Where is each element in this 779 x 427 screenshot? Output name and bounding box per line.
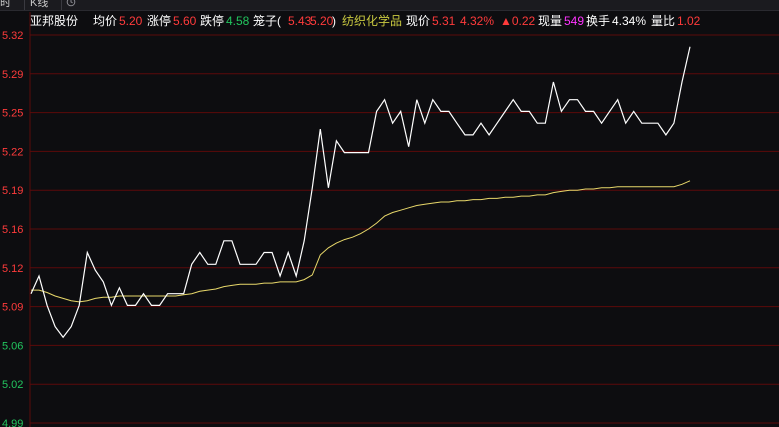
tab-intraday[interactable]: 时 xyxy=(0,0,11,10)
history-icon[interactable] xyxy=(66,0,76,7)
cage-label: 笼子( xyxy=(253,14,281,28)
y-tick-label: 4.99 xyxy=(2,418,23,427)
avg-price-value: 5.20 xyxy=(119,14,143,28)
sector-label[interactable]: 纺织化学品 xyxy=(342,11,402,31)
quote-info-bar: 亚邦股份 均价 5.20 涨停 5.60 跌停 4.58 笼子( 5.43 5.… xyxy=(0,11,779,31)
y-tick-label: 5.25 xyxy=(2,108,23,120)
limit-down-label: 跌停 xyxy=(200,14,225,28)
limit-up-value: 5.60 xyxy=(173,14,197,28)
volume-ratio-label: 量比 xyxy=(651,14,676,28)
cage-high-value: 5.20 xyxy=(310,14,334,28)
y-tick-label: 5.02 xyxy=(2,379,23,391)
chart-grid xyxy=(29,12,779,427)
tab-kline[interactable]: K线 xyxy=(30,0,48,10)
turnover-label: 换手 xyxy=(586,14,611,28)
y-tick-label: 5.09 xyxy=(2,302,23,314)
volume-value: 549 xyxy=(564,14,585,28)
limit-up-label: 涨停 xyxy=(147,14,172,28)
volume-ratio-value: 1.02 xyxy=(677,14,701,28)
change-value: ▲0.22 xyxy=(500,14,536,28)
tab-divider xyxy=(24,0,25,10)
y-tick-label: 5.22 xyxy=(2,146,23,158)
average-price-line xyxy=(31,180,691,303)
y-axis-ticks: 5.32 5.29 5.25 5.22 5.19 5.16 5.12 5.09 5.06 5.02… xyxy=(2,30,23,427)
stock-name: 亚邦股份 xyxy=(30,14,79,28)
tab-divider xyxy=(61,0,62,10)
y-tick-label: 5.12 xyxy=(2,263,23,275)
y-tick-label: 5.06 xyxy=(2,340,23,352)
avg-price-label: 均价 xyxy=(93,14,118,28)
cage-close: ) xyxy=(332,14,336,28)
y-tick-label: 5.19 xyxy=(2,185,23,197)
cage-low-value: 5.43 xyxy=(288,14,312,28)
chart-tab-bar: 时 K线 xyxy=(0,0,779,11)
y-tick-label: 5.16 xyxy=(2,224,23,236)
limit-down-value: 4.58 xyxy=(226,14,250,28)
y-tick-label: 5.29 xyxy=(2,69,23,81)
current-price-value: 5.31 xyxy=(432,14,456,28)
price-line xyxy=(30,46,691,339)
volume-label: 现量 xyxy=(538,14,563,28)
intraday-chart: 5.32 5.29 5.25 5.22 5.19 5.16 5.12 5.09 5.06 5.02… xyxy=(2,12,779,427)
y-tick-label: 5.32 xyxy=(2,30,23,42)
current-price-label: 现价 xyxy=(406,14,431,28)
turnover-value: 4.34% xyxy=(612,14,647,28)
change-percent: 4.32% xyxy=(460,14,495,28)
